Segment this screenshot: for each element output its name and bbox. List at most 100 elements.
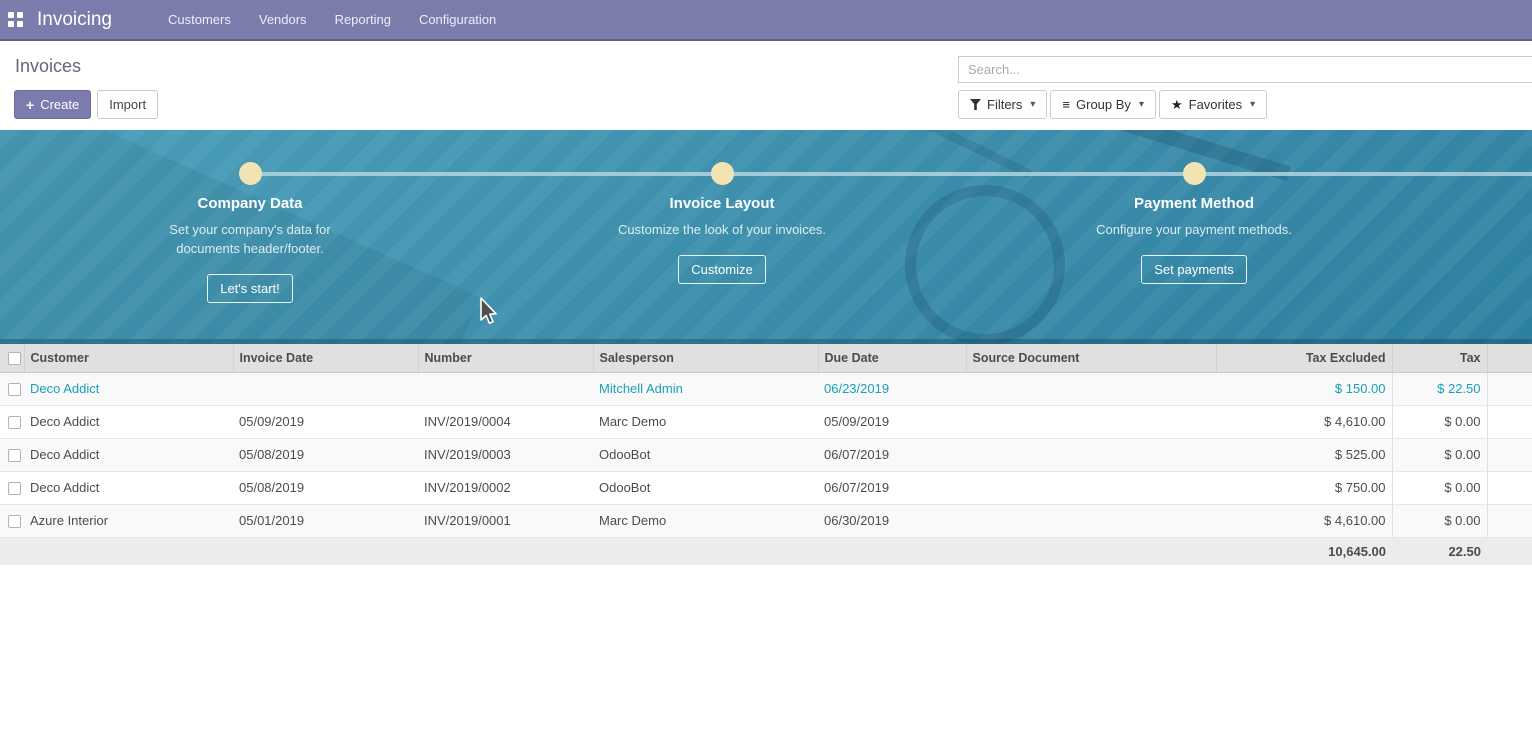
row-checkbox[interactable] [8,515,21,528]
cell-salesperson[interactable]: Marc Demo [593,504,818,537]
cell-invoice-date[interactable]: 05/01/2019 [233,504,418,537]
menu-vendors[interactable]: Vendors [259,12,307,27]
table-footer-row: 10,645.00 22.50 [0,537,1532,565]
cell-customer[interactable]: Deco Addict [24,405,233,438]
step-dot-company-data [239,162,262,185]
cell-tax-excluded[interactable]: $ 525.00 [1216,438,1392,471]
cell-tax[interactable]: $ 0.00 [1392,504,1487,537]
page-title: Invoices [15,56,81,77]
apps-grid-icon[interactable] [8,12,23,27]
chevron-down-icon: ▾ [1139,99,1144,110]
cell-customer[interactable]: Deco Addict [24,438,233,471]
step-title: Payment Method [1034,195,1354,212]
step-title: Invoice Layout [562,195,882,212]
group-by-button[interactable]: ≡ Group By ▾ [1050,90,1156,119]
col-header-customer[interactable]: Customer [24,344,233,372]
cell-source-document[interactable] [966,372,1216,405]
cell-salesperson[interactable]: Marc Demo [593,405,818,438]
cell-customer[interactable]: Deco Addict [24,471,233,504]
cell-due-date[interactable]: 06/07/2019 [818,438,966,471]
total-tax-excluded: 10,645.00 [1216,537,1392,565]
group-by-icon: ≡ [1062,97,1070,112]
cell-due-date[interactable]: 06/30/2019 [818,504,966,537]
lets-start-button[interactable]: Let's start! [207,274,293,303]
col-header-blank [1487,344,1532,372]
table-row[interactable]: Deco Addict 05/09/2019 INV/2019/0004 Mar… [0,405,1532,438]
col-header-salesperson[interactable]: Salesperson [593,344,818,372]
col-header-tax-excluded[interactable]: Tax Excluded [1216,344,1392,372]
onboarding-banner: Company Data Set your company's data for… [0,130,1532,344]
cell-number[interactable]: INV/2019/0002 [418,471,593,504]
cell-tax-excluded[interactable]: $ 4,610.00 [1216,504,1392,537]
search-input[interactable] [958,56,1532,83]
row-checkbox[interactable] [8,482,21,495]
onboarding-step-company-data: Company Data Set your company's data for… [90,195,410,303]
row-checkbox[interactable] [8,449,21,462]
menu-customers[interactable]: Customers [168,12,231,27]
row-select-cell [0,405,24,438]
cell-tax[interactable]: $ 0.00 [1392,438,1487,471]
onboarding-step-invoice-layout: Invoice Layout Customize the look of you… [562,195,882,284]
cell-tax-excluded[interactable]: $ 750.00 [1216,471,1392,504]
onboarding-step-payment-method: Payment Method Configure your payment me… [1034,195,1354,284]
col-header-number[interactable]: Number [418,344,593,372]
set-payments-button[interactable]: Set payments [1141,255,1247,284]
cell-invoice-date[interactable]: 05/08/2019 [233,471,418,504]
chevron-down-icon: ▾ [1250,99,1255,110]
cell-source-document[interactable] [966,471,1216,504]
cell-salesperson[interactable]: Mitchell Admin [593,372,818,405]
cell-tax[interactable]: $ 0.00 [1392,471,1487,504]
app-name[interactable]: Invoicing [37,9,112,31]
favorites-button[interactable]: ★ Favorites ▾ [1159,90,1267,119]
filters-button[interactable]: Filters ▾ [958,90,1047,119]
cell-number[interactable] [418,372,593,405]
cell-number[interactable]: INV/2019/0003 [418,438,593,471]
import-button[interactable]: Import [97,90,158,119]
cell-invoice-date[interactable]: 05/09/2019 [233,405,418,438]
menu-configuration[interactable]: Configuration [419,12,496,27]
search-filter-bar: Filters ▾ ≡ Group By ▾ ★ Favorites ▾ [958,90,1267,119]
cell-blank [1487,504,1532,537]
star-icon: ★ [1171,97,1183,113]
col-header-source-document[interactable]: Source Document [966,344,1216,372]
cell-due-date[interactable]: 06/07/2019 [818,471,966,504]
cell-due-date[interactable]: 06/23/2019 [818,372,966,405]
select-all-checkbox[interactable] [8,352,21,365]
table-row[interactable]: Deco Addict 05/08/2019 INV/2019/0002 Odo… [0,471,1532,504]
customize-button[interactable]: Customize [678,255,765,284]
cell-salesperson[interactable]: OdooBot [593,438,818,471]
plus-icon: + [26,98,34,112]
row-checkbox[interactable] [8,383,21,396]
cell-source-document[interactable] [966,405,1216,438]
cell-number[interactable]: INV/2019/0001 [418,504,593,537]
cell-customer[interactable]: Deco Addict [24,372,233,405]
cell-tax[interactable]: $ 22.50 [1392,372,1487,405]
table-row[interactable]: Deco Addict 05/08/2019 INV/2019/0003 Odo… [0,438,1532,471]
cell-customer[interactable]: Azure Interior [24,504,233,537]
import-button-label: Import [109,97,146,112]
col-header-invoice-date[interactable]: Invoice Date [233,344,418,372]
cell-salesperson[interactable]: OdooBot [593,471,818,504]
step-description: Customize the look of your invoices. [616,221,828,240]
cell-blank [1487,405,1532,438]
create-button[interactable]: + Create [14,90,91,119]
col-header-tax[interactable]: Tax [1392,344,1487,372]
table-row[interactable]: Deco Addict Mitchell Admin 06/23/2019 $ … [0,372,1532,405]
step-title: Company Data [90,195,410,212]
cell-tax-excluded[interactable]: $ 4,610.00 [1216,405,1392,438]
row-select-cell [0,504,24,537]
cell-due-date[interactable]: 05/09/2019 [818,405,966,438]
cell-source-document[interactable] [966,438,1216,471]
table-row[interactable]: Azure Interior 05/01/2019 INV/2019/0001 … [0,504,1532,537]
cell-number[interactable]: INV/2019/0004 [418,405,593,438]
menu-reporting[interactable]: Reporting [335,12,391,27]
cell-tax[interactable]: $ 0.00 [1392,405,1487,438]
cell-source-document[interactable] [966,504,1216,537]
row-checkbox[interactable] [8,416,21,429]
top-menu: Customers Vendors Reporting Configuratio… [168,12,496,27]
col-header-due-date[interactable]: Due Date [818,344,966,372]
cell-tax-excluded[interactable]: $ 150.00 [1216,372,1392,405]
cell-invoice-date[interactable]: 05/08/2019 [233,438,418,471]
cell-invoice-date[interactable] [233,372,418,405]
cell-blank [1487,471,1532,504]
